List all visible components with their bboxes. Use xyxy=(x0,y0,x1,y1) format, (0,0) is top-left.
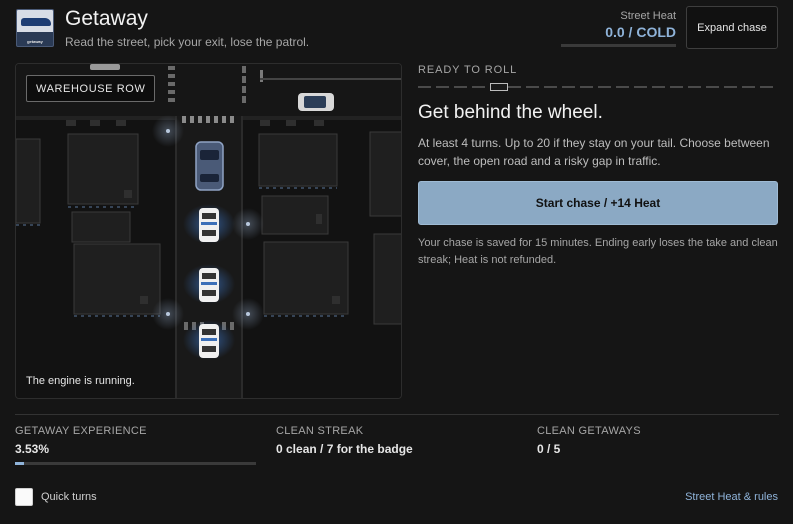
experience-bar xyxy=(15,462,256,465)
chase-progress-step xyxy=(580,86,593,88)
chase-progress-step xyxy=(688,86,701,88)
chase-headline: Get behind the wheel. xyxy=(418,102,603,123)
street-heat-value: 0.0 / COLD xyxy=(605,24,676,40)
chase-progress-step xyxy=(544,86,557,88)
chase-note: Your chase is saved for 15 minutes. Endi… xyxy=(418,237,778,266)
chase-progress-step xyxy=(418,86,431,88)
chase-progress-step xyxy=(652,86,665,88)
chase-progress-step xyxy=(760,86,773,88)
chase-description: At least 4 turns. Up to 20 if they stay … xyxy=(418,136,770,168)
police-car-icon xyxy=(183,320,235,360)
chase-progress-step xyxy=(526,86,539,88)
district-label: WAREHOUSE ROW xyxy=(26,75,156,102)
experience-label: GETAWAY EXPERIENCE xyxy=(15,425,147,437)
page-subtitle: Read the street, pick your exit, lose th… xyxy=(65,35,310,49)
chase-progress-step xyxy=(508,86,521,88)
chase-progress-step xyxy=(562,86,575,88)
experience-value: 3.53% xyxy=(15,442,50,456)
experience-bar-fill xyxy=(15,462,24,465)
quick-turns-toggle[interactable]: Quick turns xyxy=(15,488,97,506)
chase-progress-step xyxy=(742,86,755,88)
street-scene xyxy=(16,64,401,398)
player-car-icon xyxy=(195,141,224,191)
chase-progress-step xyxy=(454,86,467,88)
page-title: Getaway xyxy=(65,7,148,30)
quick-turns-label: Quick turns xyxy=(41,491,97,503)
street-heat-bar xyxy=(561,44,676,47)
chase-progress-step xyxy=(472,86,485,88)
clean-getaways-value: 0 / 5 xyxy=(537,442,561,456)
traffic-car-icon xyxy=(298,93,334,111)
getaway-logo-icon: getaway xyxy=(16,9,54,47)
chase-progress-step xyxy=(670,86,683,88)
chase-progress-step xyxy=(706,86,719,88)
header: getaway Getaway Read the street, pick yo… xyxy=(0,0,793,58)
police-car-icon xyxy=(183,264,235,304)
clean-getaways-label: CLEAN GETAWAYS xyxy=(537,425,641,437)
section-divider xyxy=(15,414,779,415)
clean-streak-value: 0 clean / 7 for the badge xyxy=(276,442,413,456)
chase-progress-track xyxy=(418,83,778,91)
chase-progress-step xyxy=(724,86,737,88)
chase-progress-step xyxy=(616,86,629,88)
quick-turns-checkbox[interactable] xyxy=(15,488,33,506)
chase-map[interactable]: WAREHOUSE ROW The engine is running. xyxy=(15,63,402,399)
street-heat-rules-link[interactable]: Street Heat & rules xyxy=(685,491,778,503)
chase-progress-marker xyxy=(490,83,508,91)
chase-progress-step xyxy=(598,86,611,88)
street-heat-label: Street Heat xyxy=(620,10,676,22)
chase-progress-step xyxy=(634,86,647,88)
ready-label: READY TO ROLL xyxy=(418,64,518,76)
expand-chase-button[interactable]: Expand chase xyxy=(686,6,778,49)
engine-status: The engine is running. xyxy=(26,375,135,387)
chase-progress-step xyxy=(436,86,449,88)
clean-streak-label: CLEAN STREAK xyxy=(276,425,364,437)
start-chase-button[interactable]: Start chase / +14 Heat xyxy=(418,181,778,225)
police-car-icon xyxy=(183,204,235,244)
